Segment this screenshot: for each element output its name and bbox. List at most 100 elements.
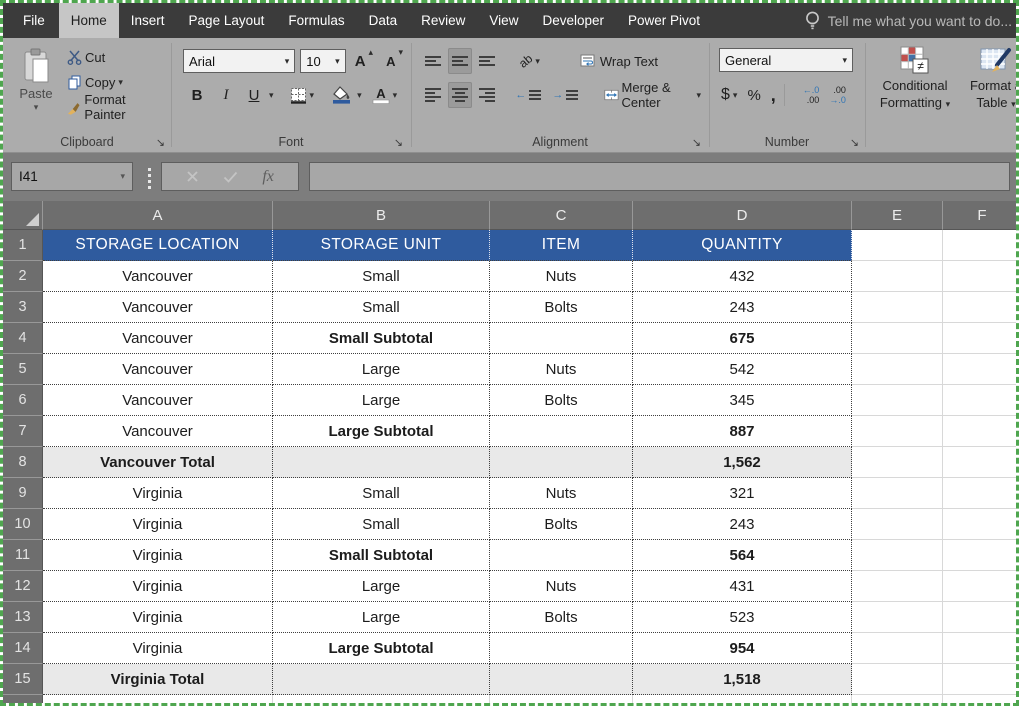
cell-E14[interactable] [852, 633, 943, 664]
row-header-1[interactable]: 1 [3, 230, 43, 261]
tab-insert[interactable]: Insert [119, 3, 177, 38]
cell-E3[interactable] [852, 292, 943, 323]
cell-B14[interactable]: Large Subtotal [273, 633, 490, 664]
cell-C3[interactable]: Bolts [490, 292, 633, 323]
enter-check-icon[interactable] [223, 171, 238, 183]
cell-C6[interactable]: Bolts [490, 385, 633, 416]
cell-E2[interactable] [852, 261, 943, 292]
cell-E15[interactable] [852, 664, 943, 695]
tab-page-layout[interactable]: Page Layout [177, 3, 277, 38]
increase-indent-button[interactable]: → [548, 82, 582, 108]
cell-B12[interactable]: Large [273, 571, 490, 602]
insert-function-icon[interactable]: fx [262, 168, 274, 186]
row-header-5[interactable]: 5 [3, 354, 43, 385]
font-color-button[interactable]: A ▾ [368, 82, 402, 108]
tab-review[interactable]: Review [409, 3, 477, 38]
cell-B4[interactable]: Small Subtotal [273, 323, 490, 354]
cell-D7[interactable]: 887 [633, 416, 852, 447]
cell-E9[interactable] [852, 478, 943, 509]
cell-C5[interactable]: Nuts [490, 354, 633, 385]
copy-button[interactable]: Copy ▾ [63, 73, 171, 91]
cell-E10[interactable] [852, 509, 943, 540]
cell-D11[interactable]: 564 [633, 540, 852, 571]
cell-E13[interactable] [852, 602, 943, 633]
cell-D12[interactable]: 431 [633, 571, 852, 602]
cell-F10[interactable] [943, 509, 1016, 540]
cell-C2[interactable]: Nuts [490, 261, 633, 292]
formula-bar-splitter[interactable] [148, 168, 151, 189]
orientation-button[interactable]: ab ▾ [515, 48, 544, 74]
percent-style-button[interactable]: % [743, 82, 764, 108]
cell-B5[interactable]: Large [273, 354, 490, 385]
fill-color-button[interactable]: ▾ [328, 82, 366, 108]
cell-E6[interactable] [852, 385, 943, 416]
cut-button[interactable]: Cut [63, 48, 171, 66]
cell-D9[interactable]: 321 [633, 478, 852, 509]
cell-C15[interactable] [490, 664, 633, 695]
name-box[interactable]: I41 ▾ [11, 162, 133, 191]
underline-button[interactable]: U [241, 82, 267, 108]
cell-F3[interactable] [943, 292, 1016, 323]
align-center-button[interactable] [448, 82, 472, 108]
cell-A15[interactable]: Virginia Total [43, 664, 273, 695]
cell-F1[interactable] [943, 230, 1016, 261]
cell-A6[interactable]: Vancouver [43, 385, 273, 416]
cell-E16[interactable] [852, 695, 943, 703]
cell-D1[interactable]: QUANTITY [633, 230, 852, 261]
cell-E12[interactable] [852, 571, 943, 602]
cell-A7[interactable]: Vancouver [43, 416, 273, 447]
row-header-15[interactable]: 15 [3, 664, 43, 695]
number-dialog-launcher-icon[interactable]: ↘ [850, 138, 859, 149]
decrease-decimal-button[interactable]: .00→.0 [825, 82, 850, 108]
cell-A2[interactable]: Vancouver [43, 261, 273, 292]
row-header-10[interactable]: 10 [3, 509, 43, 540]
cell-B13[interactable]: Large [273, 602, 490, 633]
cell-A12[interactable]: Virginia [43, 571, 273, 602]
cell-F16[interactable] [943, 695, 1016, 703]
underline-dropdown-icon[interactable]: ▾ [269, 91, 274, 100]
merge-center-button[interactable]: Merge & Center ▾ [600, 82, 705, 108]
accounting-format-button[interactable]: $ ▾ [717, 82, 741, 108]
tab-developer[interactable]: Developer [530, 3, 616, 38]
cell-F2[interactable] [943, 261, 1016, 292]
cell-B7[interactable]: Large Subtotal [273, 416, 490, 447]
cell-D10[interactable]: 243 [633, 509, 852, 540]
cell-F6[interactable] [943, 385, 1016, 416]
cell-B9[interactable]: Small [273, 478, 490, 509]
cell-C4[interactable] [490, 323, 633, 354]
row-header-16[interactable]: 16 [3, 695, 43, 703]
cell-E7[interactable] [852, 416, 943, 447]
col-header-C[interactable]: C [490, 201, 633, 230]
cell-D16[interactable] [633, 695, 852, 703]
tab-file[interactable]: File [3, 3, 59, 38]
cell-F9[interactable] [943, 478, 1016, 509]
cell-D13[interactable]: 523 [633, 602, 852, 633]
cell-C7[interactable] [490, 416, 633, 447]
cell-F14[interactable] [943, 633, 1016, 664]
col-header-F[interactable]: F [943, 201, 1016, 230]
font-dialog-launcher-icon[interactable]: ↘ [394, 138, 403, 149]
bold-button[interactable]: B [183, 82, 211, 108]
tab-home[interactable]: Home [59, 3, 119, 38]
col-header-A[interactable]: A [43, 201, 273, 230]
cell-C8[interactable] [490, 447, 633, 478]
row-header-6[interactable]: 6 [3, 385, 43, 416]
decrease-indent-button[interactable]: ← [511, 82, 545, 108]
borders-button[interactable]: ▾ [286, 82, 319, 108]
cell-A14[interactable]: Virginia [43, 633, 273, 664]
middle-align-button[interactable] [448, 48, 472, 74]
tab-view[interactable]: View [477, 3, 530, 38]
cell-D3[interactable]: 243 [633, 292, 852, 323]
paste-button[interactable]: Paste ▾ [13, 48, 59, 112]
cell-D6[interactable]: 345 [633, 385, 852, 416]
grow-font-button[interactable]: A▴ [351, 48, 377, 74]
wrap-text-button[interactable]: Wrap Text [576, 48, 662, 74]
tab-power-pivot[interactable]: Power Pivot [616, 3, 712, 38]
paste-dropdown-icon[interactable]: ▾ [34, 103, 39, 112]
format-as-table-button[interactable]: Format a Table ▾ [961, 46, 1016, 110]
cell-F7[interactable] [943, 416, 1016, 447]
row-header-13[interactable]: 13 [3, 602, 43, 633]
cell-C13[interactable]: Bolts [490, 602, 633, 633]
cell-B2[interactable]: Small [273, 261, 490, 292]
cell-B3[interactable]: Small [273, 292, 490, 323]
